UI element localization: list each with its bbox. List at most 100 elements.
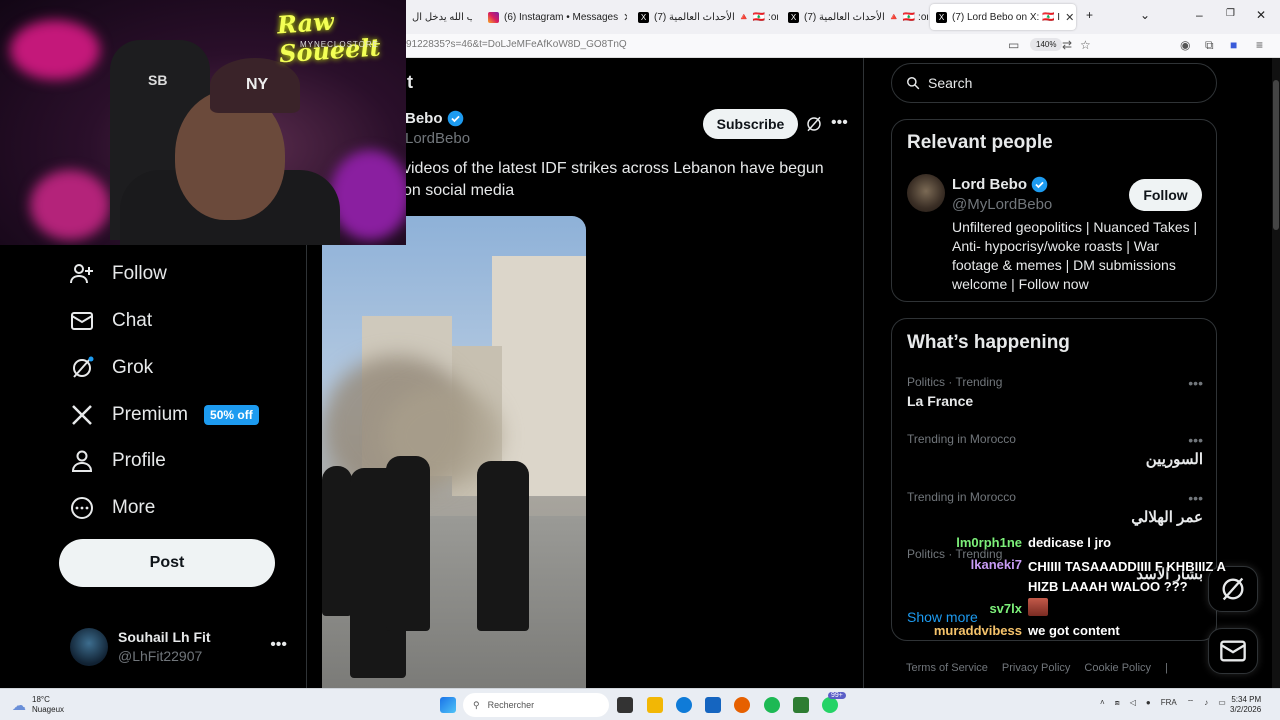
weather-widget[interactable]: ☁ 18°C Nuageux — [12, 695, 64, 715]
firefox-icon[interactable] — [734, 697, 750, 713]
network-icon[interactable]: ⧈ — [1115, 698, 1120, 708]
x-logo-icon: X — [788, 11, 799, 23]
trend-item[interactable]: Trending in Morocco السوريين ••• — [907, 432, 1203, 468]
account-icon[interactable]: ◉ — [1180, 38, 1190, 52]
sound-icon[interactable]: ◁ — [1130, 698, 1136, 708]
tab-label: (7) الأحداث العالمية 🔺 🇱🇧 :on X — [804, 11, 928, 23]
file-explorer-icon[interactable] — [647, 697, 663, 713]
chat-username: muraddvibess — [933, 623, 1022, 638]
avatar[interactable] — [907, 174, 945, 212]
person — [322, 466, 352, 616]
instagram-icon — [488, 11, 499, 23]
browser-tab[interactable]: X (7) الأحداث العالمية 🔺 🇱🇧 :on X ✕ — [632, 4, 778, 30]
x-icon — [72, 405, 92, 425]
task-view-icon[interactable] — [617, 697, 633, 713]
tab-label: (7) Lord Bebo on X: 🇱🇧 I — [952, 11, 1061, 23]
more-options-icon[interactable]: ••• — [831, 114, 848, 132]
account-switcher[interactable]: Souhail Lh Fit @LhFit22907 ••• — [70, 628, 295, 668]
grok-icon[interactable] — [805, 115, 823, 133]
stream-logo-sub: MYNECLOSTORE — [300, 40, 379, 49]
windows-start-icon[interactable] — [440, 697, 456, 713]
chair-logo: SB — [148, 72, 168, 88]
maximize-icon[interactable]: ❐ — [1226, 8, 1235, 19]
more-options-icon[interactable]: ••• — [1188, 375, 1203, 391]
close-window-icon[interactable]: ✕ — [1256, 8, 1266, 22]
chevron-up-icon[interactable]: ˄ — [1100, 698, 1105, 708]
footer-link[interactable]: Cookie Policy — [1084, 662, 1151, 674]
more-options-icon[interactable]: ••• — [1188, 432, 1203, 448]
extensions-icon[interactable]: ⧉ — [1205, 38, 1214, 53]
follow-icon — [70, 264, 93, 284]
zoom-level[interactable]: 140% — [1030, 38, 1063, 51]
person-handle[interactable]: @MyLordBebo — [952, 196, 1052, 213]
chat-message: CHIIII TASAAADDIIII F KHBIIIZ A HIZB LAA… — [1028, 559, 1226, 594]
author-name[interactable]: Bebo — [405, 110, 464, 127]
account-name: Souhail Lh Fit — [118, 629, 211, 645]
trend-topic: عمر الهلالي — [1131, 509, 1203, 526]
wifi-icon[interactable]: ⌔ — [1187, 698, 1195, 708]
windows-taskbar: ☁ 18°C Nuageux ⚲ Rechercher 99+ ˄ ⧈ ◁ ● … — [0, 688, 1280, 720]
nav-item-follow[interactable]: Follow — [70, 262, 167, 286]
post-button[interactable]: Post — [59, 539, 275, 587]
more-options-icon[interactable]: ••• — [270, 636, 287, 654]
translate-icon[interactable]: ⇄ — [1062, 38, 1072, 52]
extension-translate-icon[interactable]: ■ — [1230, 38, 1237, 52]
footer-link[interactable]: Privacy Policy — [1002, 662, 1070, 674]
mic-icon[interactable]: ● — [1146, 698, 1151, 708]
search-input[interactable]: Search — [891, 63, 1217, 103]
browser-tab[interactable]: X (7) الأحداث العالمية 🔺 🇱🇧 :on X ✕ — [782, 4, 928, 30]
messages-floating-button[interactable] — [1208, 628, 1258, 674]
browser-tab[interactable]: (6) Instagram • Messages ✕ — [482, 4, 627, 30]
new-tab-icon[interactable]: + — [1086, 8, 1093, 22]
author-handle[interactable]: LordBebo — [405, 130, 470, 147]
cap-logo: NY — [246, 76, 269, 93]
app-icon[interactable] — [793, 697, 809, 713]
browser-tab[interactable]: حزب الله يدخل ال — [406, 4, 472, 30]
trend-topic: La France — [907, 393, 974, 409]
minimize-icon[interactable]: – — [1196, 8, 1203, 22]
nav-item-grok[interactable]: Grok — [70, 356, 153, 380]
url-bar[interactable]: 9122835?s=46&t=DoLJeMFeAfKoW8D_GO8TnQ — [406, 39, 627, 50]
spotify-icon[interactable] — [764, 697, 780, 713]
browser-tab-active[interactable]: X (7) Lord Bebo on X: 🇱🇧 I ✕ — [930, 4, 1076, 30]
nav-item-premium[interactable]: Premium 50% off — [70, 403, 259, 427]
nav-label: Premium — [112, 404, 189, 425]
whatsapp-icon[interactable] — [822, 697, 838, 713]
menu-icon[interactable]: ≡ — [1256, 38, 1263, 52]
nav-label: Chat — [112, 310, 153, 331]
relevant-people-panel: Relevant people Lord Bebo @MyLordBebo Fo… — [891, 119, 1217, 302]
battery-icon[interactable]: ▭ — [1218, 698, 1226, 708]
chevron-down-icon[interactable]: ⌄ — [1140, 8, 1150, 22]
verified-badge-icon — [1031, 176, 1048, 193]
store-icon[interactable] — [705, 697, 721, 713]
language-indicator[interactable]: FRA — [1161, 698, 1177, 708]
tweet-video[interactable] — [322, 216, 586, 688]
scrollbar-thumb[interactable] — [1273, 80, 1279, 230]
neon-light — [10, 20, 100, 80]
author-name-text: Bebo — [405, 110, 443, 127]
trend-item[interactable]: Politics · Trending La France ••• — [907, 375, 1203, 409]
chat-emote — [1028, 598, 1048, 616]
nav-item-profile[interactable]: Profile — [70, 449, 166, 473]
nav-item-more[interactable]: More — [70, 496, 155, 520]
edge-icon[interactable] — [676, 697, 692, 713]
follow-button[interactable]: Follow — [1129, 179, 1202, 211]
bookmark-star-icon[interactable]: ☆ — [1080, 38, 1091, 52]
person-name-text: Lord Bebo — [952, 176, 1027, 193]
close-icon[interactable]: ✕ — [623, 11, 627, 24]
taskbar-search-placeholder: Rechercher — [487, 700, 535, 710]
person-name[interactable]: Lord Bebo — [952, 176, 1048, 193]
chat-username: sv7lx — [989, 601, 1022, 616]
close-icon[interactable]: ✕ — [1065, 11, 1074, 24]
system-tray: ˄ ⧈ ◁ ● FRA ⌔ ♪ ▭ — [1100, 698, 1226, 708]
more-options-icon[interactable]: ••• — [1188, 490, 1203, 506]
chat-username: lm0rph1ne — [956, 535, 1022, 550]
nav-item-chat[interactable]: Chat — [70, 309, 152, 333]
volume-icon[interactable]: ♪ — [1204, 698, 1208, 708]
footer-link[interactable]: Terms of Service — [906, 662, 988, 674]
trend-item[interactable]: Trending in Morocco عمر الهلالي ••• — [907, 490, 1203, 526]
clock[interactable]: 5:34 PM 3/2/2026 — [1230, 695, 1261, 715]
reader-icon[interactable]: ▭ — [1008, 38, 1019, 52]
subscribe-button[interactable]: Subscribe — [703, 109, 798, 139]
taskbar-search[interactable]: ⚲ Rechercher — [463, 693, 609, 717]
